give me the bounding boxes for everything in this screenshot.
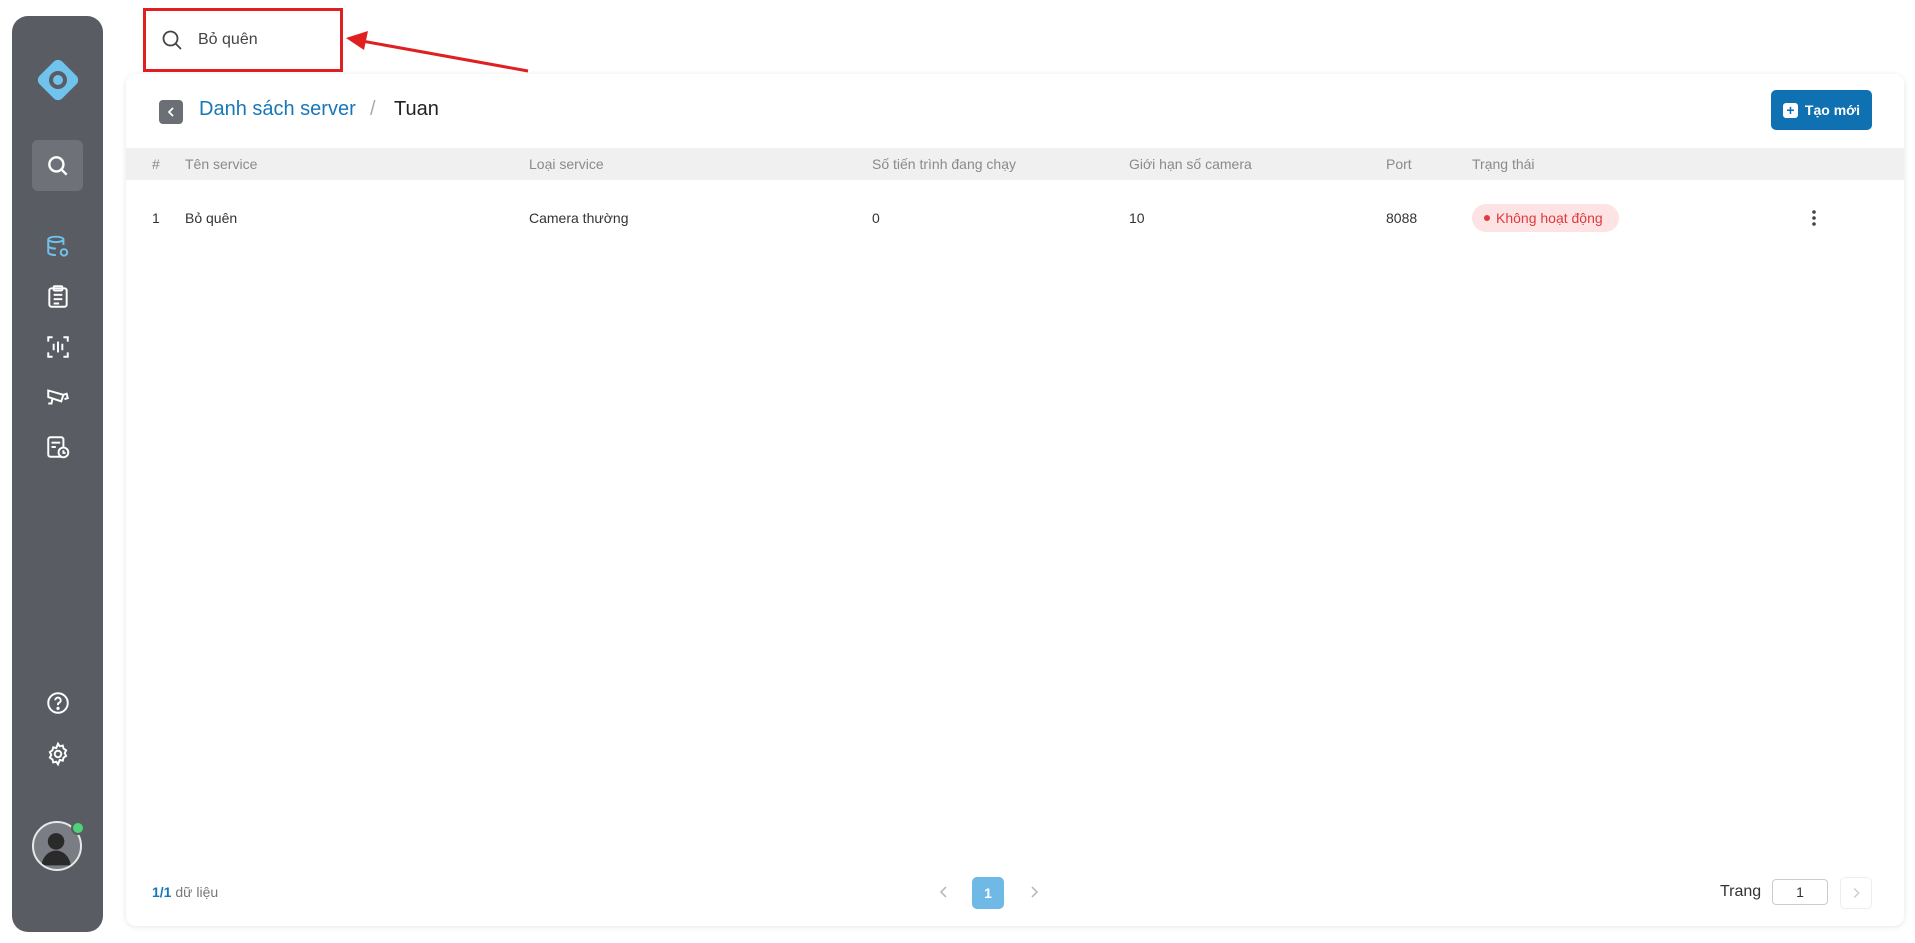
record-count-total: /1 [159, 884, 172, 900]
create-button[interactable]: + Tạo mới [1770, 90, 1872, 130]
header-status: Trạng thái [1472, 156, 1535, 172]
record-count: 1/1 dữ liệu [152, 884, 218, 900]
page-jump-button[interactable] [1840, 877, 1872, 909]
server-detail-card: Danh sách server / Tuan + Tạo mới # Tên … [126, 74, 1904, 926]
sidebar-item-reports[interactable] [32, 421, 83, 472]
sidebar-item-tasks[interactable] [32, 271, 83, 322]
chevron-right-icon [1853, 887, 1860, 899]
sidebar-item-scan[interactable] [32, 321, 83, 372]
more-vertical-icon[interactable] [1808, 206, 1820, 230]
record-count-suffix: dữ liệu [171, 884, 219, 900]
header-service-name: Tên service [185, 156, 258, 172]
help-icon [46, 691, 69, 714]
logo-icon[interactable] [32, 54, 84, 106]
back-button[interactable] [159, 100, 183, 124]
breadcrumb-parent[interactable]: Danh sách server [199, 98, 356, 121]
online-status-dot [71, 821, 85, 835]
database-settings-icon [46, 235, 68, 257]
page-jump-input[interactable] [1772, 879, 1828, 905]
sidebar-item-camera[interactable] [32, 371, 83, 422]
create-button-label: Tạo mới [1804, 102, 1860, 118]
scan-waveform-icon [46, 335, 69, 358]
chevron-right-icon[interactable] [1024, 882, 1044, 902]
breadcrumb-current: Tuan [394, 98, 439, 120]
status-badge: Không hoạt động [1472, 204, 1619, 232]
camera-icon [46, 388, 69, 404]
clipboard-list-icon [47, 284, 68, 308]
header-port: Port [1386, 156, 1412, 172]
sidebar [12, 16, 103, 932]
sidebar-item-database[interactable] [32, 221, 83, 272]
chevron-left-icon[interactable] [934, 882, 954, 902]
annotation-arrow [346, 31, 529, 73]
header-index: # [152, 156, 160, 172]
cell-camera-limit: 10 [1129, 210, 1145, 226]
table-row[interactable]: 1 Bỏ quên Camera thường 0 10 8088 Không … [126, 202, 1904, 234]
header-service-type: Loại service [529, 156, 604, 172]
cell-running-processes: 0 [872, 210, 880, 226]
record-count-current: 1 [152, 884, 160, 900]
sidebar-item-settings[interactable] [32, 728, 83, 779]
sidebar-item-search[interactable] [32, 140, 83, 191]
search-box[interactable] [143, 8, 343, 72]
cell-index: 1 [152, 210, 160, 226]
search-icon [162, 30, 182, 50]
chevron-left-icon [167, 107, 174, 117]
plus-icon: + [1782, 102, 1798, 118]
page-jump-label: Trang [1720, 883, 1762, 900]
search-icon [47, 155, 68, 176]
report-clock-icon [46, 435, 69, 458]
sidebar-item-help[interactable] [32, 677, 83, 728]
cell-port: 8088 [1386, 210, 1418, 226]
breadcrumb-separator: / [370, 98, 376, 120]
header-running-processes: Số tiến trình đang chạy [872, 156, 1016, 172]
search-input[interactable] [196, 30, 330, 50]
cell-service-type: Camera thường [529, 210, 629, 226]
table-header: # Tên service Loại service Số tiến trình… [126, 148, 1904, 180]
cell-service-name: Bỏ quên [185, 210, 238, 226]
header-camera-limit: Giới hạn số camera [1129, 156, 1252, 172]
gear-icon [48, 741, 67, 766]
pagination-page[interactable]: 1 [972, 877, 1004, 909]
